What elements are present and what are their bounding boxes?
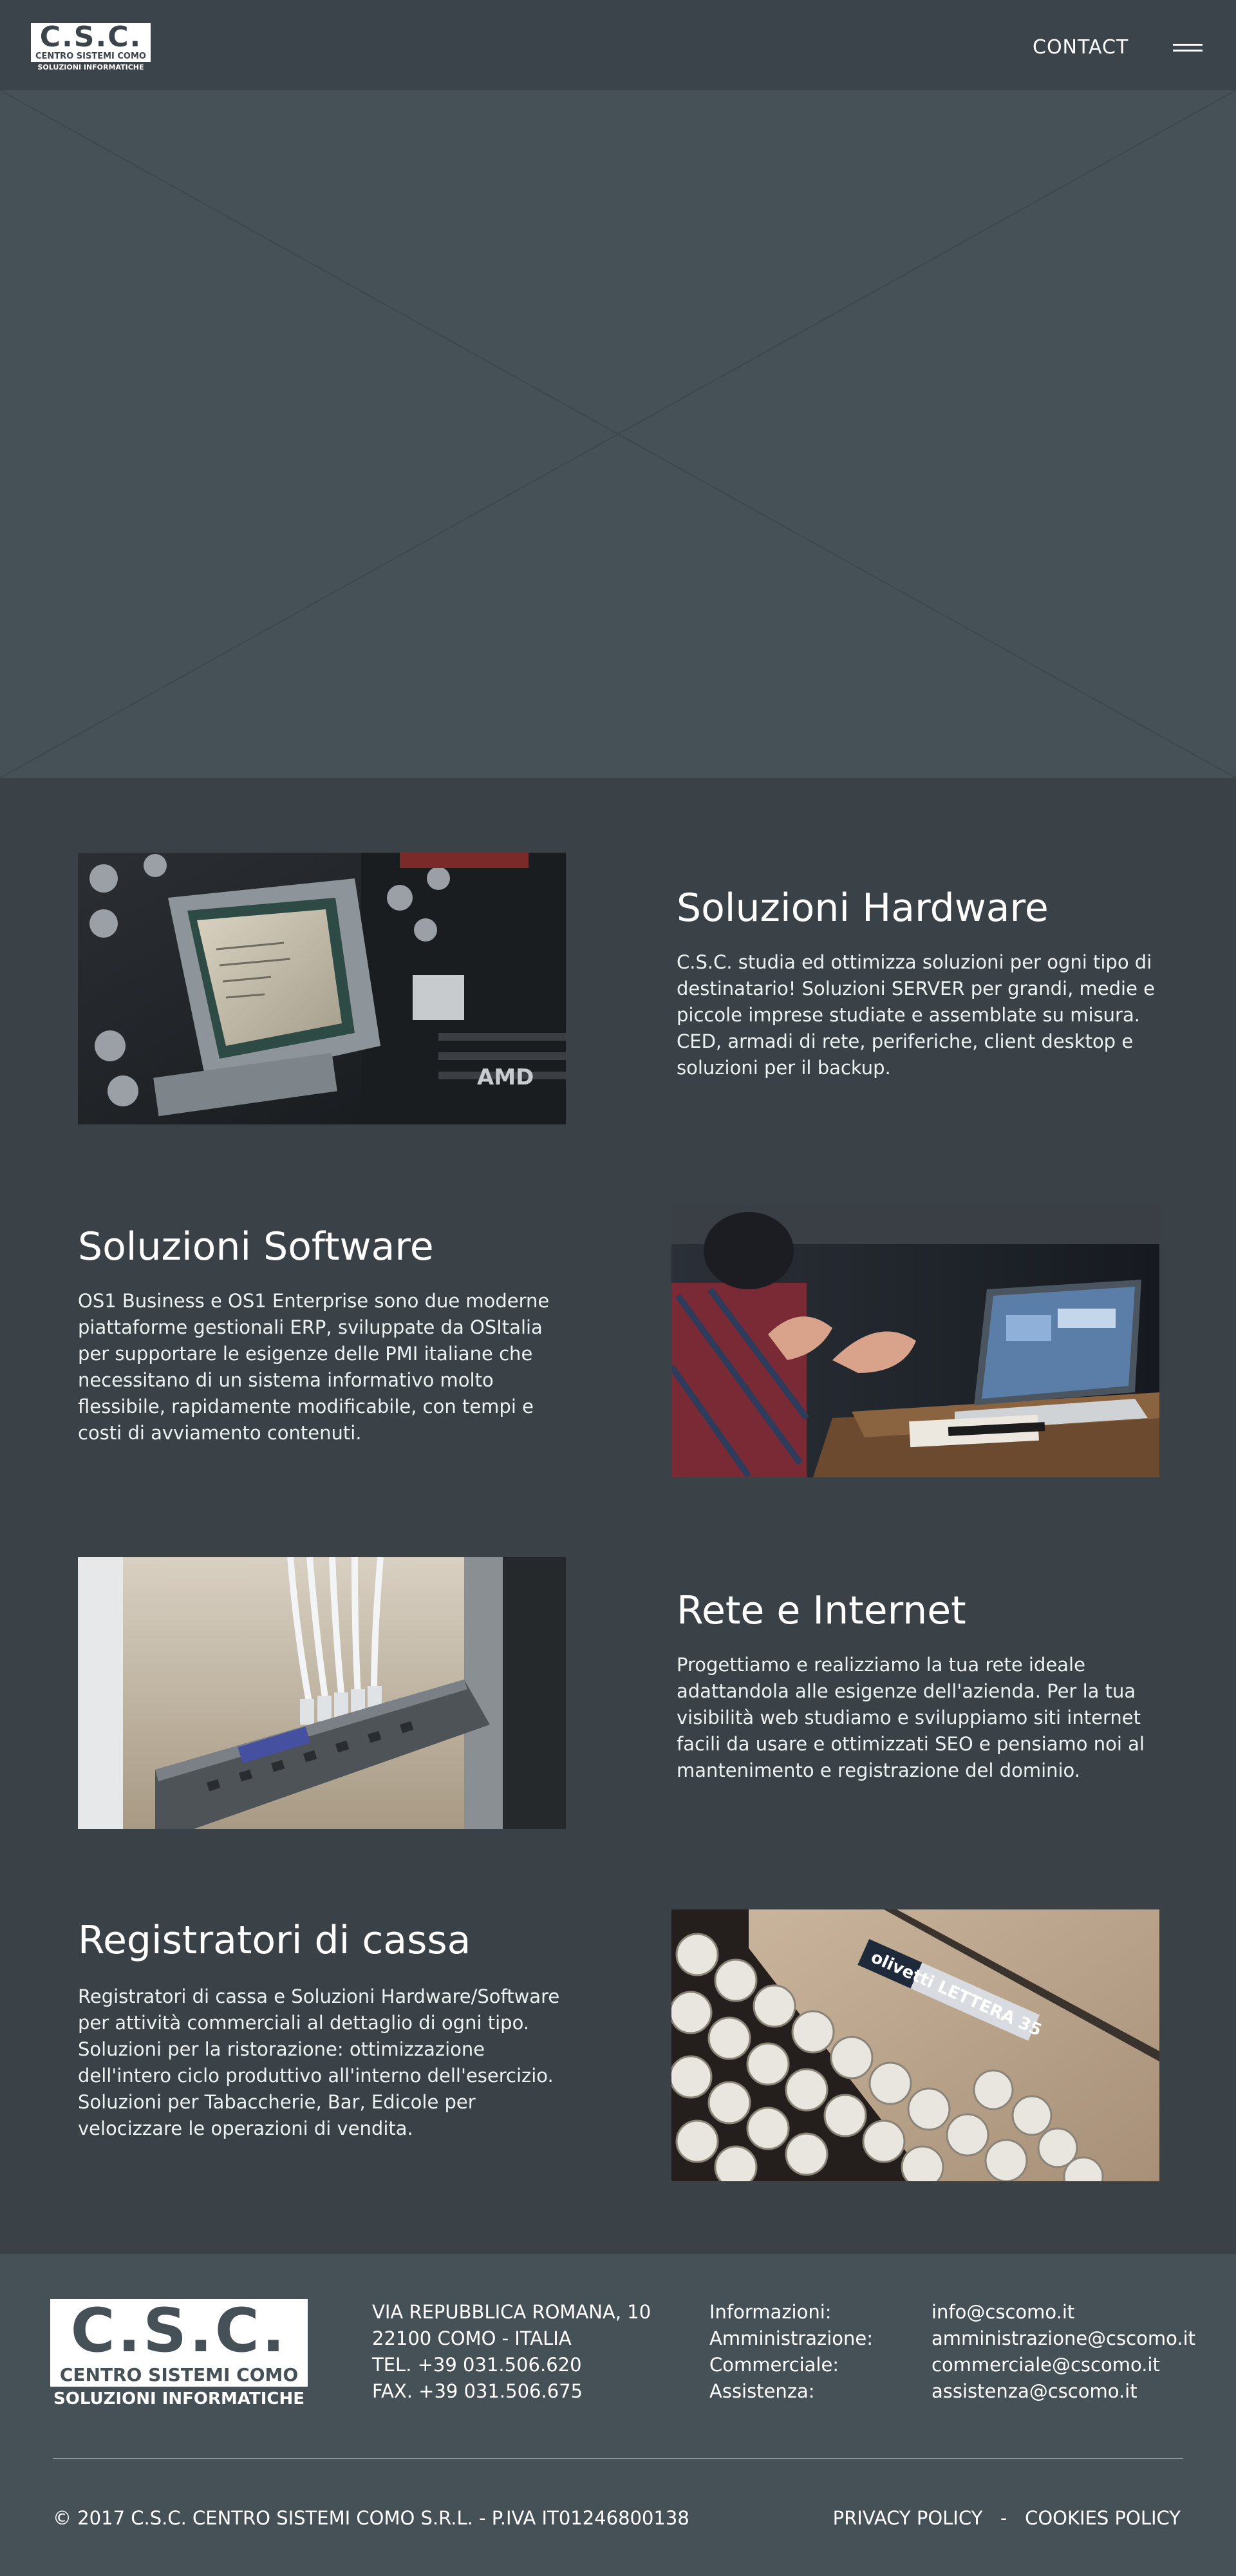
footer-logo: C.S.C. CENTRO SISTEMI COMO SOLUZIONI INF…	[50, 2299, 308, 2410]
contact-label-sales: Commerciale:	[709, 2354, 839, 2376]
email-support-link[interactable]: assistenza@cscomo.it	[932, 2378, 1195, 2405]
legal-separator: -	[1000, 2507, 1007, 2529]
address-fax: FAX. +39 031.506.675	[372, 2380, 583, 2402]
feature-title-software: Soluzioni Software	[78, 1224, 434, 1269]
logo-line-1: CENTRO SISTEMI COMO	[31, 52, 151, 62]
footer-contact-labels: Informazioni: Amministrazione: Commercia…	[709, 2299, 873, 2405]
email-admin-link[interactable]: amministrazione@cscomo.it	[932, 2325, 1195, 2352]
privacy-policy-link[interactable]: PRIVACY POLICY	[833, 2507, 983, 2529]
footer-contact-emails: info@cscomo.it amministrazione@cscomo.it…	[932, 2299, 1195, 2405]
olivetti-typewriter-photo: olivetti LETTERA 35	[671, 1909, 1159, 2181]
footer-logo-line-1: CENTRO SISTEMI COMO	[50, 2363, 308, 2387]
feature-text-network: Progettiamo e realizziamo la tua rete id…	[677, 1654, 1145, 1781]
contact-label-info: Informazioni:	[709, 2301, 832, 2323]
hero-image-placeholder	[0, 90, 1236, 778]
footer-divider	[53, 2458, 1183, 2459]
email-info-link[interactable]: info@cscomo.it	[932, 2299, 1195, 2325]
hamburger-line	[1173, 50, 1203, 52]
copyright-text: © 2017 C.S.C. CENTRO SISTEMI COMO S.R.L.…	[53, 2507, 689, 2529]
svg-text:AMD: AMD	[477, 1065, 534, 1090]
email-sales-link[interactable]: commerciale@cscomo.it	[932, 2352, 1195, 2378]
laptop-meeting-photo	[671, 1206, 1159, 1477]
address-phone: TEL. +39 031.506.620	[372, 2354, 582, 2376]
contact-label-support: Assistenza:	[709, 2380, 815, 2402]
contact-label-admin: Amministrazione:	[709, 2327, 874, 2349]
network-switch-cables-photo	[78, 1557, 566, 1829]
logo-line-2: SOLUZIONI INFORMATICHE	[37, 63, 144, 71]
logo-letters: C.S.C.	[31, 23, 151, 52]
hamburger-line	[1173, 44, 1203, 46]
placeholder-cross-icon	[0, 90, 1236, 778]
address-city: 22100 COMO - ITALIA	[372, 2327, 572, 2349]
feature-text-hardware: C.S.C. studia ed ottimizza soluzioni per…	[677, 951, 1155, 1079]
feature-title-hardware: Soluzioni Hardware	[677, 886, 1049, 931]
footer-logo-letters: C.S.C.	[50, 2299, 308, 2363]
site-logo[interactable]: C.S.C. CENTRO SISTEMI COMO SOLUZIONI INF…	[31, 23, 151, 73]
feature-title-network: Rete e Internet	[677, 1588, 966, 1633]
cpu-motherboard-photo: AMD	[78, 853, 566, 1124]
legal-links: PRIVACY POLICY - COOKIES POLICY	[824, 2505, 1181, 2531]
address-street: VIA REPUBBLICA ROMANA, 10	[372, 2301, 651, 2323]
contact-link[interactable]: CONTACT	[1033, 36, 1136, 59]
hamburger-menu-icon[interactable]	[1173, 41, 1203, 54]
site-footer: C.S.C. CENTRO SISTEMI COMO SOLUZIONI INF…	[0, 2254, 1236, 2576]
feature-text-software: OS1 Business e OS1 Enterprise sono due m…	[78, 1290, 550, 1444]
cookies-policy-link[interactable]: COOKIES POLICY	[1025, 2507, 1181, 2529]
site-header: C.S.C. CENTRO SISTEMI COMO SOLUZIONI INF…	[0, 0, 1236, 90]
footer-address: VIA REPUBBLICA ROMANA, 10 22100 COMO - I…	[372, 2299, 651, 2405]
footer-logo-line-2: SOLUZIONI INFORMATICHE	[53, 2389, 304, 2409]
feature-title-registers: Registratori di cassa	[78, 1918, 471, 1963]
feature-text-registers: Registratori di cassa e Soluzioni Hardwa…	[78, 1985, 560, 2139]
